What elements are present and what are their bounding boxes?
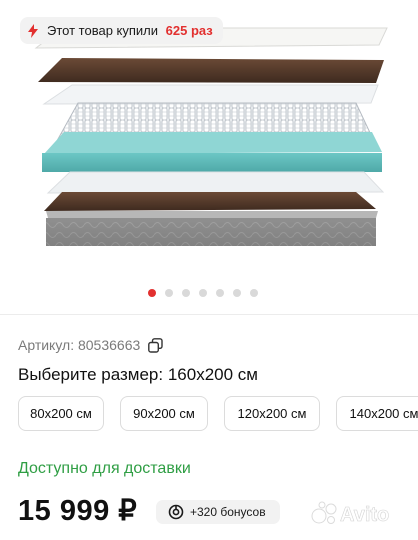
availability-status: Доступно для доставки — [18, 460, 191, 477]
size-option-80x200[interactable]: 80x200 см — [18, 396, 104, 431]
lightning-icon — [28, 23, 38, 38]
size-options: 80x200 см 90x200 см 120x200 см 140x200 с… — [18, 396, 418, 431]
carousel-dot[interactable] — [148, 289, 156, 297]
size-selector-title: Выберите размер: 160x200 см — [18, 365, 258, 384]
avito-watermark-text: Avito — [340, 504, 389, 526]
size-option-90x200[interactable]: 90x200 см — [120, 396, 208, 431]
purchase-badge-text: Этот товар купили — [47, 23, 159, 38]
product-image-gallery[interactable]: Этот товар купили 625 раз — [0, 0, 418, 312]
purchase-count-badge: Этот товар купили 625 раз — [20, 17, 223, 44]
divider — [0, 314, 418, 315]
size-option-140x200[interactable]: 140x200 см — [336, 396, 418, 431]
carousel-dot[interactable] — [233, 289, 241, 297]
carousel-dot[interactable] — [182, 289, 190, 297]
carousel-dots — [148, 289, 258, 297]
bonus-text: +320 бонусов — [190, 505, 266, 519]
size-option-120x200[interactable]: 120x200 см — [224, 396, 320, 431]
sku-row: Артикул: 80536663 — [18, 337, 163, 353]
carousel-dot[interactable] — [199, 289, 207, 297]
sku-value: 80536663 — [77, 337, 141, 353]
bonus-icon — [168, 504, 184, 520]
purchase-badge-count: 625 раз — [165, 23, 213, 38]
carousel-dot[interactable] — [250, 289, 258, 297]
carousel-dot[interactable] — [165, 289, 173, 297]
carousel-dot[interactable] — [216, 289, 224, 297]
sku-label: Артикул: — [18, 337, 75, 353]
bonus-badge[interactable]: +320 бонусов — [156, 500, 280, 524]
mattress-layers-image — [34, 27, 388, 246]
copy-icon[interactable] — [148, 337, 163, 353]
avito-watermark: Avito — [310, 500, 410, 531]
price: 15 999 ₽ — [18, 495, 138, 527]
